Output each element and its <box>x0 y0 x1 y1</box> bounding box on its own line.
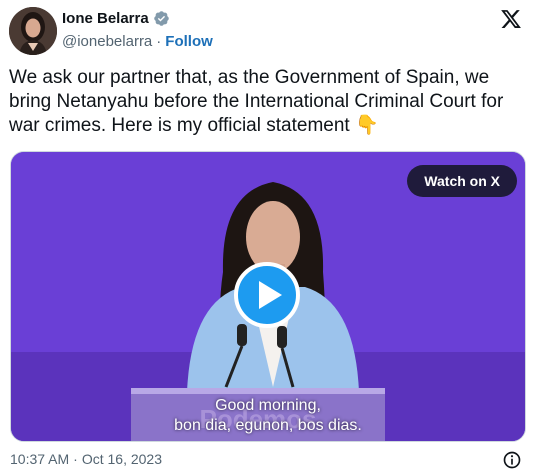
tweet-text: We ask our partner that, as the Governme… <box>9 67 504 136</box>
verified-badge-icon <box>153 11 169 26</box>
play-button[interactable] <box>234 262 300 328</box>
tweet-footer: 10:37 AM · Oct 16, 2023 <box>10 451 162 467</box>
author-handle[interactable]: @ionebelarra <box>62 33 152 50</box>
author-handle-row: @ionebelarra · Follow <box>62 33 213 50</box>
avatar-image <box>9 7 57 55</box>
play-icon <box>259 281 282 309</box>
x-logo-icon[interactable] <box>500 8 522 30</box>
author-avatar[interactable] <box>9 7 57 55</box>
footer-separator: · <box>73 451 78 467</box>
follow-button[interactable]: Follow <box>165 33 213 50</box>
tweet-time[interactable]: 10:37 AM <box>10 451 69 467</box>
handle-separator: · <box>156 33 162 50</box>
video-player[interactable]: Podemos Watch on X Good morning, bon dia… <box>10 151 526 442</box>
author-name-row: Ione Belarra <box>62 10 170 27</box>
info-icon[interactable] <box>502 450 522 470</box>
tweet-date[interactable]: Oct 16, 2023 <box>82 451 162 467</box>
author-name[interactable]: Ione Belarra <box>62 10 149 27</box>
subtitle-line-2: bon dia, egunon, bos dias. <box>174 417 362 434</box>
watch-on-x-button[interactable]: Watch on X <box>407 165 517 197</box>
video-subtitles: Good morning, bon dia, egunon, bos dias. <box>11 396 525 436</box>
subtitle-line-1: Good morning, <box>215 397 321 414</box>
